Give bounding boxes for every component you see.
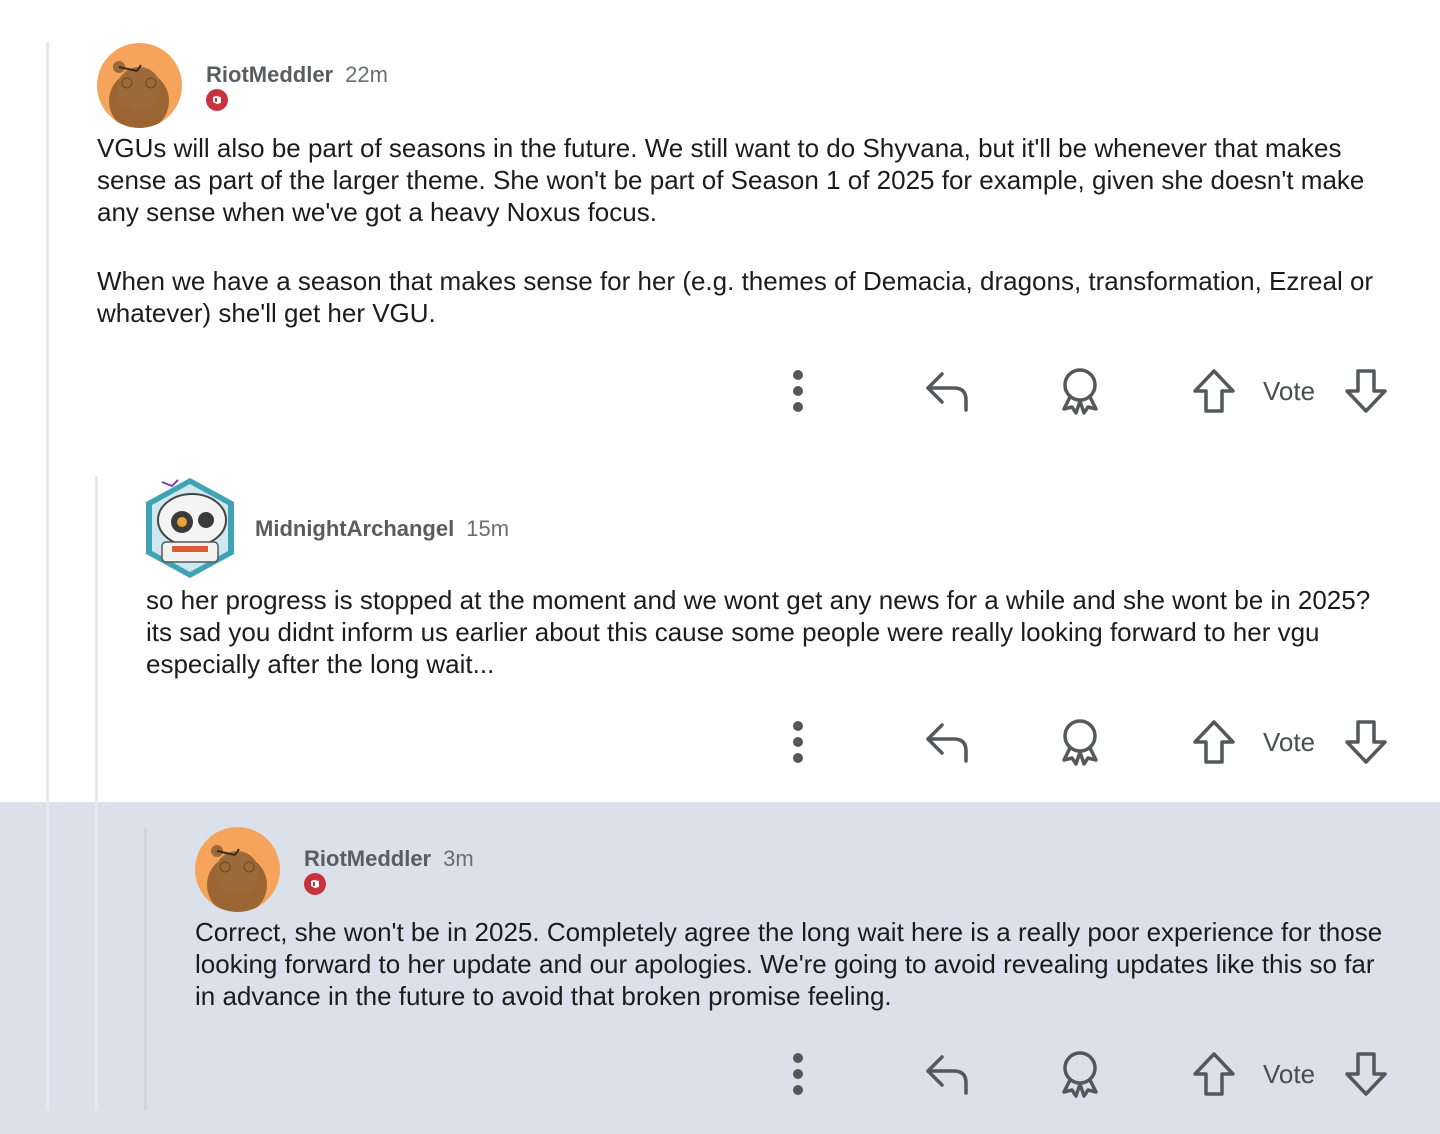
comment-3: RiotMeddler 3m Correct, she won't be in … bbox=[0, 0, 1440, 1134]
avatar[interactable] bbox=[195, 827, 280, 912]
timestamp[interactable]: 3m bbox=[443, 846, 474, 872]
reply-icon[interactable] bbox=[918, 1044, 974, 1104]
comment-paragraph: Correct, she won't be in 2025. Completel… bbox=[195, 917, 1383, 1011]
more-options-icon[interactable] bbox=[778, 1044, 818, 1104]
downvote-icon[interactable] bbox=[1338, 1044, 1394, 1104]
vote-count: Vote bbox=[1263, 1059, 1316, 1089]
award-icon[interactable] bbox=[1052, 1044, 1108, 1104]
username[interactable]: RiotMeddler bbox=[304, 846, 431, 872]
flair-icon bbox=[304, 873, 326, 895]
comment-body: Correct, she won't be in 2025. Completel… bbox=[195, 916, 1395, 1012]
comment-meta: RiotMeddler 3m bbox=[304, 846, 474, 872]
comment-actions: Vote bbox=[0, 1044, 1440, 1104]
upvote-icon[interactable] bbox=[1186, 1044, 1242, 1104]
